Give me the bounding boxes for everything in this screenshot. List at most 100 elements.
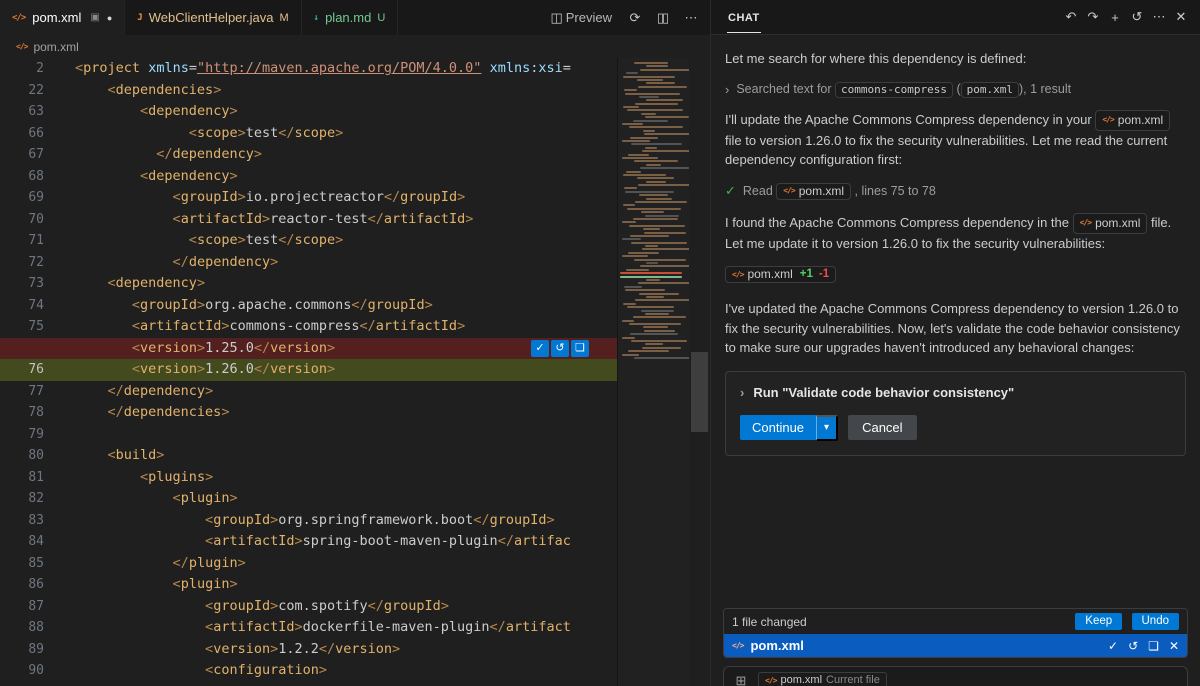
redo-icon[interactable]: ↷ xyxy=(1082,6,1104,28)
file-chip[interactable]: </> pom.xml xyxy=(1072,212,1148,234)
code-text: <project xmlns="http://maven.apache.org/… xyxy=(75,60,571,76)
code-line[interactable]: 82 <plugin> xyxy=(0,488,617,510)
tool-call-row[interactable]: › Searched text for commons-compress (pom… xyxy=(725,82,1186,98)
minimap-line-mark xyxy=(637,184,689,187)
minimap[interactable] xyxy=(617,58,689,686)
code-text: <plugin> xyxy=(172,576,238,592)
code-line[interactable]: 89 <version>1.2.2</version> xyxy=(0,639,617,661)
code-line[interactable]: 71 <scope>test</scope> xyxy=(0,230,617,252)
tool-result-row[interactable]: ✓ Read </> pom.xml , lines 75 to 78 xyxy=(725,182,1186,200)
undo-button[interactable]: Undo xyxy=(1131,613,1179,630)
code-line[interactable]: 22 <dependencies> xyxy=(0,80,617,102)
inline-code-chip[interactable]: pom.xml xyxy=(960,82,1019,98)
modified-dot-icon[interactable]: ● xyxy=(107,13,112,23)
line-number: 86 xyxy=(28,577,44,592)
continue-button[interactable]: Continue xyxy=(740,415,817,441)
changed-file-row[interactable]: </> pom.xml ✓ ↺ ❏ ✕ xyxy=(724,634,1187,657)
code-text: <configuration> xyxy=(205,662,327,678)
minimap-line-mark xyxy=(624,92,680,95)
code-line[interactable]: 66 <scope>test</scope> xyxy=(0,123,617,145)
remove-file-icon[interactable]: ✕ xyxy=(1169,639,1179,653)
new-chat-icon[interactable]: + xyxy=(1104,6,1126,28)
add-context-icon[interactable]: ⊞ xyxy=(732,672,750,686)
code-text: <scope>test</scope> xyxy=(188,232,344,248)
tab-pom.xml[interactable]: </> pom.xml ▣ ● xyxy=(0,0,126,35)
chat-input-bar[interactable]: ⊞ </> pom.xml Current file xyxy=(723,666,1188,686)
minimap-line-mark xyxy=(631,241,687,244)
context-hint-label: Current file xyxy=(826,674,880,686)
code-line[interactable]: 73 <dependency> xyxy=(0,273,617,295)
breadcrumb-item: pom.xml xyxy=(33,39,79,54)
code-text: <version>1.2.2</version> xyxy=(205,640,401,657)
file-diff-chip[interactable]: </> pom.xml +1 -1 xyxy=(725,266,837,284)
git-status-badge: U xyxy=(377,11,386,24)
cancel-button[interactable]: Cancel xyxy=(848,415,917,441)
code-area[interactable]: 2 <project xmlns="http://maven.apache.org… xyxy=(0,58,617,686)
context-chip[interactable]: </> pom.xml Current file xyxy=(758,672,887,686)
minimap-line-mark xyxy=(645,262,658,265)
accept-change-icon[interactable]: ✓ xyxy=(531,339,549,357)
line-number: 82 xyxy=(28,491,44,506)
code-line[interactable]: 78 </dependencies> xyxy=(0,402,617,424)
minimap-line-mark xyxy=(643,133,689,136)
changed-file-name: pom.xml xyxy=(750,638,804,653)
chat-title-tab[interactable]: CHAT xyxy=(727,2,761,33)
keep-button[interactable]: Keep xyxy=(1075,613,1123,630)
continue-dropdown-icon[interactable]: ▾ xyxy=(816,414,839,441)
code-line[interactable]: 87 <groupId>com.spotify</groupId> xyxy=(0,596,617,618)
discard-file-icon[interactable]: ↺ xyxy=(1128,639,1138,653)
code-line[interactable]: 69 <groupId>io.projectreactor</groupId> xyxy=(0,187,617,209)
minimap-line-mark xyxy=(639,95,659,98)
preview-button[interactable]: ◫ Preview xyxy=(544,6,618,30)
code-line[interactable]: <version>1.25.0</version> ✓ ↺ ❏ xyxy=(0,337,617,359)
code-line[interactable]: 70 <artifactId>reactor-test</artifactId> xyxy=(0,209,617,231)
minimap-line-mark xyxy=(641,112,657,115)
code-line[interactable]: 77 </dependency> xyxy=(0,381,617,403)
more-icon[interactable]: ⋯ xyxy=(1148,6,1170,28)
pin-icon[interactable]: ▣ xyxy=(90,12,99,23)
minimap-line-mark xyxy=(640,265,689,268)
code-line[interactable]: 63 <dependency> xyxy=(0,101,617,123)
inline-code-chip[interactable]: commons-compress xyxy=(835,82,953,98)
line-number: 84 xyxy=(28,534,44,549)
tool-result-text: Read </> pom.xml , lines 75 to 78 xyxy=(742,182,936,200)
open-diff-icon[interactable]: ❏ xyxy=(1148,639,1159,653)
history-icon[interactable]: ↺ xyxy=(1126,6,1148,28)
code-line[interactable]: 83 <groupId>org.springframework.boot</gr… xyxy=(0,510,617,532)
split-editor-icon[interactable]: ▯▯ xyxy=(650,6,674,30)
chevron-right-icon: › xyxy=(740,384,745,400)
file-chip[interactable]: </> pom.xml xyxy=(1095,109,1171,131)
more-actions-icon[interactable]: ⋯ xyxy=(678,6,702,30)
open-changes-icon[interactable]: ⟳ xyxy=(622,6,646,30)
tab-WebClientHelper.java[interactable]: J WebClientHelper.java M xyxy=(125,0,302,35)
code-line[interactable]: 74 <groupId>org.apache.commons</groupId> xyxy=(0,295,617,317)
code-line[interactable]: 68 <dependency> xyxy=(0,166,617,188)
minimap-line-mark xyxy=(627,251,659,254)
accept-file-icon[interactable]: ✓ xyxy=(1108,639,1118,653)
code-line[interactable]: 85 </plugin> xyxy=(0,553,617,575)
code-line[interactable]: 75 <artifactId>commons-compress</artifac… xyxy=(0,316,617,338)
code-line[interactable]: 67 </dependency> xyxy=(0,144,617,166)
confirmation-title[interactable]: › Run "Validate code behavior consistency… xyxy=(740,385,1171,400)
editor-scrollbar[interactable] xyxy=(689,58,710,686)
code-line[interactable]: 88 <artifactId>dockerfile-maven-plugin</… xyxy=(0,617,617,639)
minimap-line-mark xyxy=(626,207,681,210)
close-icon[interactable]: ✕ xyxy=(1170,6,1192,28)
code-line[interactable]: 86 <plugin> xyxy=(0,574,617,596)
file-chip[interactable]: </> pom.xml xyxy=(776,182,852,200)
view-change-icon[interactable]: ❏ xyxy=(571,339,589,357)
code-line[interactable]: 80 <build> xyxy=(0,445,617,467)
tab-plan.md[interactable]: ↓ plan.md U xyxy=(301,0,399,35)
discard-change-icon[interactable]: ↺ xyxy=(551,339,569,357)
code-line[interactable]: 72 </dependency> xyxy=(0,252,617,274)
breadcrumb[interactable]: </> pom.xml xyxy=(0,35,710,58)
code-line[interactable]: 79 xyxy=(0,424,617,446)
code-line[interactable]: 2 <project xmlns="http://maven.apache.org… xyxy=(0,58,617,80)
code-line[interactable]: 84 <artifactId>spring-boot-maven-plugin<… xyxy=(0,531,617,553)
minimap-line-mark xyxy=(622,123,644,126)
undo-icon[interactable]: ↶ xyxy=(1060,6,1082,28)
code-line[interactable]: 90 <configuration> xyxy=(0,660,617,682)
scrollbar-thumb[interactable] xyxy=(691,352,708,432)
code-line[interactable]: 76 <version>1.26.0</version> xyxy=(0,359,617,381)
code-line[interactable]: 81 <plugins> xyxy=(0,467,617,489)
